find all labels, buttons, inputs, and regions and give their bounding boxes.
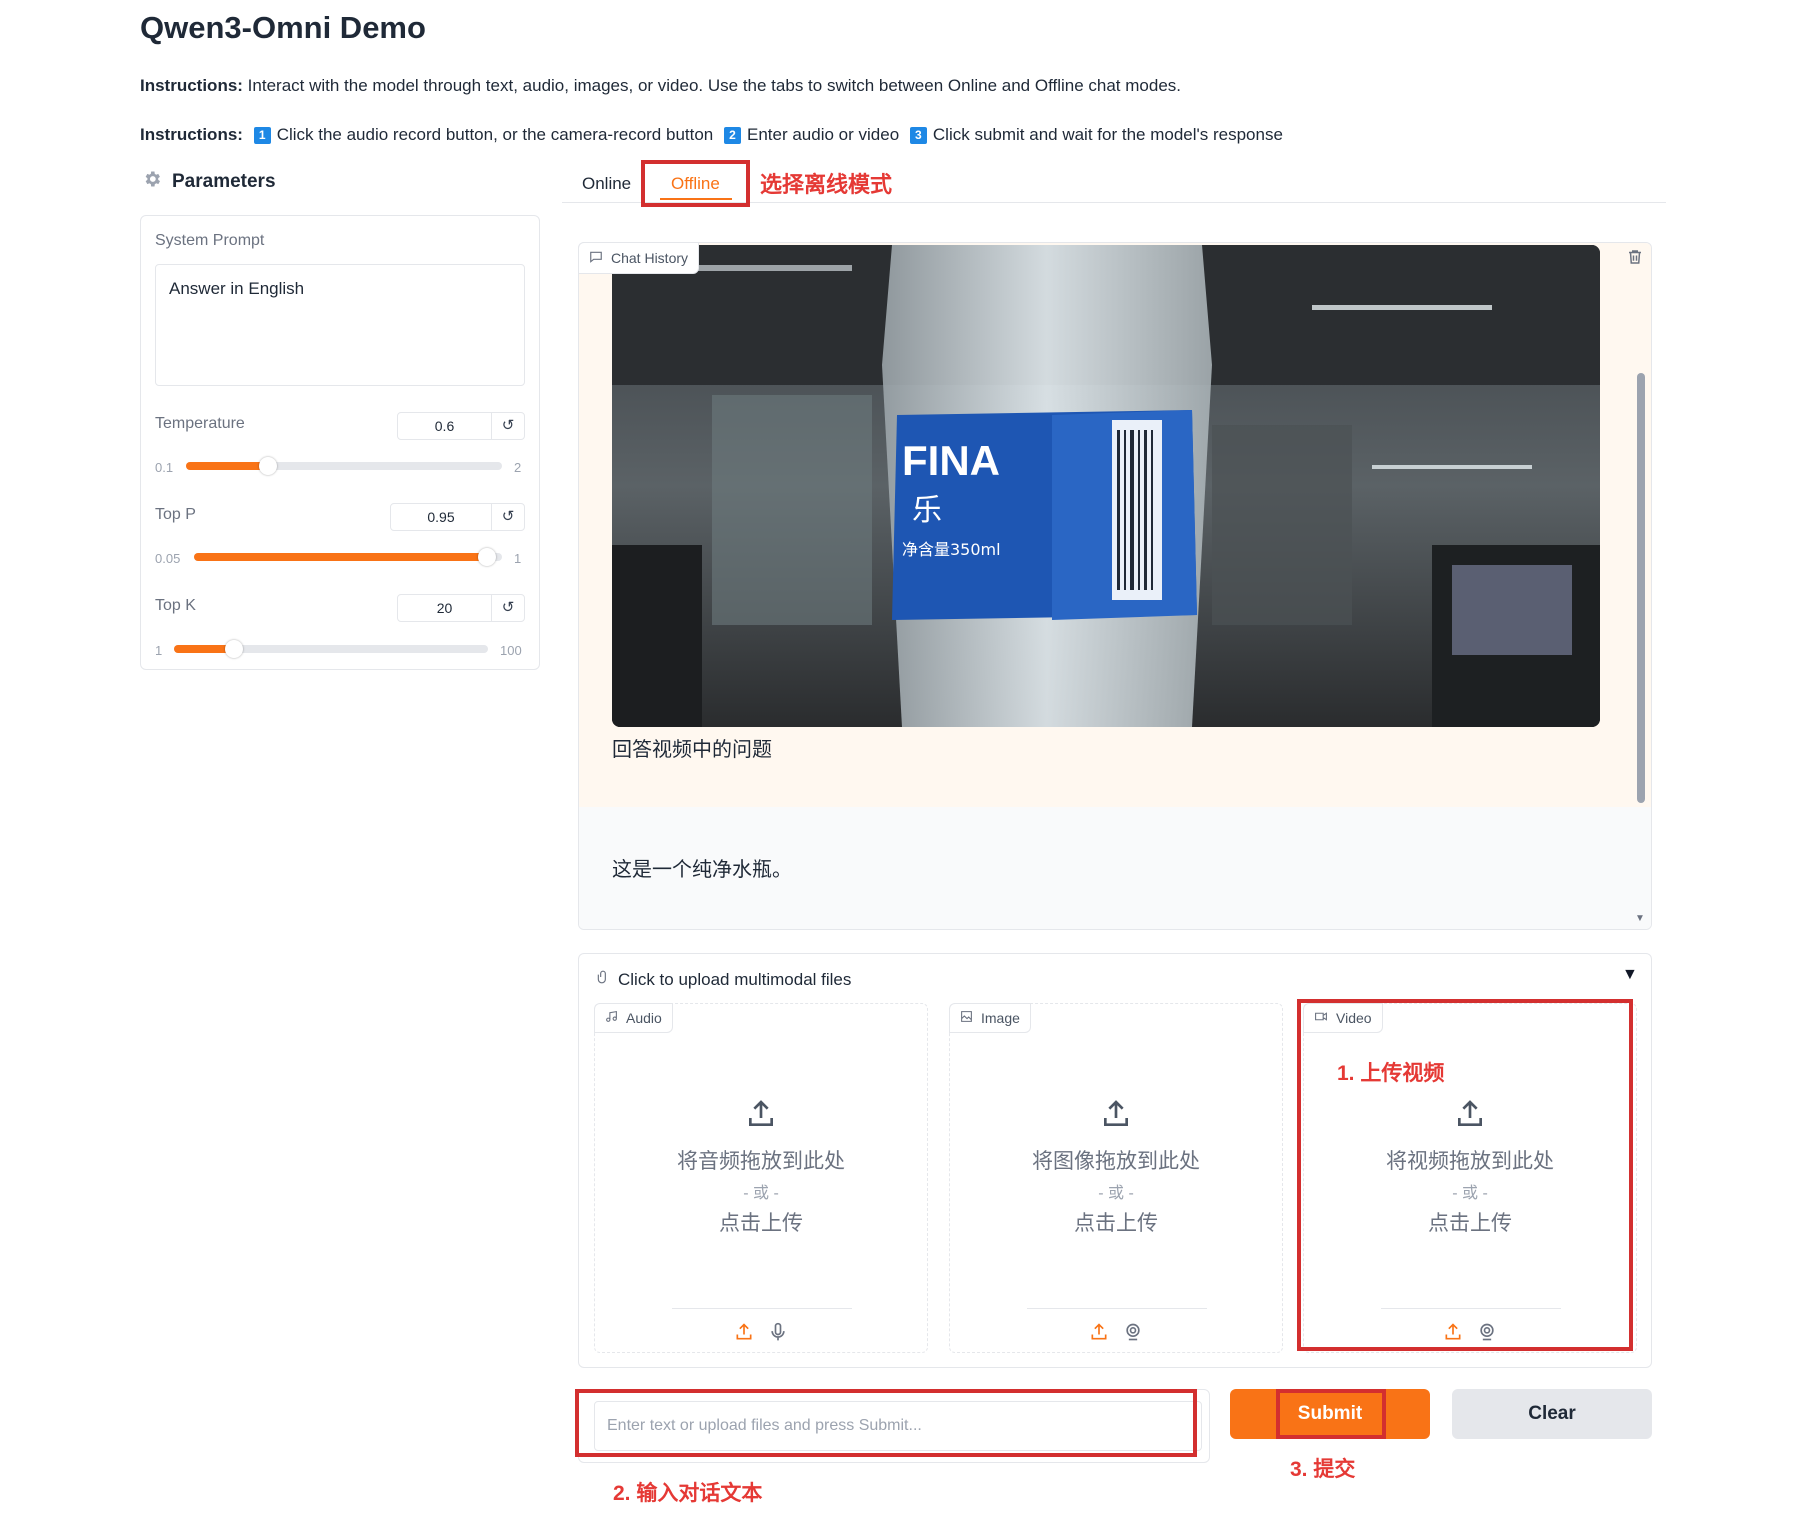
- chat-scrollbar[interactable]: [1637, 373, 1645, 803]
- instructions-steps-label: Instructions:: [140, 125, 243, 144]
- parameters-title: Parameters: [172, 171, 276, 192]
- audio-or: - 或 -: [743, 1185, 779, 1202]
- audio-drop-hint: 将音频拖放到此处: [677, 1150, 845, 1173]
- upload-accordion-header[interactable]: Click to upload multimodal files: [596, 968, 851, 991]
- instructions-steps: Instructions: 1 Click the audio record bu…: [140, 125, 1283, 145]
- tab-online[interactable]: Online: [582, 174, 631, 194]
- top-k-reset-icon[interactable]: ↺: [491, 595, 524, 621]
- top-k-slider-thumb[interactable]: [224, 640, 243, 658]
- top-k-number-input[interactable]: 20 ↺: [397, 594, 525, 622]
- top-k-label: Top K: [155, 597, 196, 614]
- image-or: - 或 -: [1098, 1185, 1134, 1202]
- temperature-value[interactable]: 0.6: [398, 413, 491, 439]
- chat-history-label: Chat History: [578, 242, 700, 274]
- step-2-badge: 2: [724, 127, 741, 144]
- bot-message-text: 这是一个纯净水瓶。: [612, 859, 792, 881]
- audio-footer-divider: [672, 1308, 852, 1309]
- chat-history-panel: FINA 乐 净含量350ml 回答视频中的问题 这是一个纯净水瓶。 ▼: [578, 242, 1652, 930]
- input-annotation: 2. 输入对话文本: [613, 1482, 763, 1505]
- top-p-value[interactable]: 0.95: [391, 504, 491, 530]
- collapse-triangle-icon[interactable]: ▼: [1622, 966, 1638, 984]
- temperature-slider[interactable]: [186, 457, 502, 475]
- video-bottle-volume: 净含量350ml: [902, 540, 1001, 559]
- system-prompt-input[interactable]: Answer in English: [155, 264, 525, 386]
- image-click-upload: 点击上传: [1074, 1212, 1158, 1235]
- video-player[interactable]: FINA 乐 净含量350ml: [612, 245, 1600, 727]
- top-p-label: Top P: [155, 506, 196, 523]
- top-p-slider-fill: [194, 553, 487, 561]
- step-3-badge: 3: [909, 127, 927, 144]
- offline-annotation: 选择离线模式: [760, 172, 893, 197]
- image-upload-icon[interactable]: [1100, 1098, 1132, 1135]
- top-p-slider-thumb[interactable]: [477, 548, 496, 566]
- submit-highlight: [1276, 1389, 1386, 1439]
- temperature-label: Temperature: [155, 415, 245, 432]
- audio-click-upload: 点击上传: [719, 1212, 803, 1235]
- audio-label-text: Audio: [626, 1010, 662, 1026]
- music-note-icon: [605, 1010, 618, 1026]
- top-p-reset-icon[interactable]: ↺: [491, 504, 524, 530]
- image-label-text: Image: [981, 1010, 1020, 1026]
- video-frame-image: FINA 乐 净含量350ml: [612, 245, 1600, 727]
- scroll-down-icon[interactable]: ▼: [1635, 913, 1645, 924]
- temperature-reset-icon[interactable]: ↺: [491, 413, 524, 439]
- step-2-text: Enter audio or video: [747, 125, 900, 144]
- image-icon: [960, 1010, 973, 1026]
- audio-drop-text: 将音频拖放到此处 - 或 - 点击上传: [594, 1145, 928, 1237]
- gear-icon: [142, 169, 162, 195]
- clear-button[interactable]: Clear: [1452, 1389, 1652, 1439]
- image-label: Image: [949, 1003, 1031, 1033]
- text-input-highlight: [575, 1389, 1197, 1457]
- audio-upload-small-icon[interactable]: [734, 1322, 754, 1347]
- top-k-max: 100: [500, 643, 522, 658]
- step-3-text: Click submit and wait for the model's re…: [932, 125, 1283, 144]
- image-drop-hint: 将图像拖放到此处: [1032, 1150, 1200, 1173]
- user-message-text: 回答视频中的问题: [612, 739, 772, 761]
- submit-annotation: 3. 提交: [1290, 1458, 1356, 1481]
- temperature-max: 2: [514, 460, 522, 475]
- temperature-number-input[interactable]: 0.6 ↺: [397, 412, 525, 440]
- image-upload-small-icon[interactable]: [1089, 1322, 1109, 1347]
- top-k-slider[interactable]: [174, 640, 488, 658]
- page-title: Qwen3-Omni Demo: [140, 10, 426, 45]
- audio-label: Audio: [594, 1003, 673, 1033]
- trash-icon[interactable]: [1626, 248, 1644, 271]
- video-bottle-sub: 乐: [912, 493, 942, 528]
- temperature-slider-fill: [186, 462, 269, 470]
- top-p-number-input[interactable]: 0.95 ↺: [390, 503, 525, 531]
- instructions-general: Instructions: Interact with the model th…: [140, 76, 1181, 96]
- chat-icon: [589, 250, 603, 267]
- parameters-header[interactable]: Parameters: [142, 169, 276, 195]
- video-upload-highlight: [1297, 999, 1633, 1351]
- audio-upload-icon[interactable]: [745, 1098, 777, 1135]
- top-k-min: 1: [155, 643, 163, 658]
- microphone-icon[interactable]: [768, 1322, 788, 1347]
- offline-tab-highlight: [641, 160, 750, 207]
- instructions-text: Interact with the model through text, au…: [242, 76, 1181, 95]
- paperclip-icon: [596, 968, 610, 991]
- chat-history-label-text: Chat History: [611, 250, 689, 266]
- image-drop-text: 将图像拖放到此处 - 或 - 点击上传: [949, 1145, 1283, 1237]
- top-p-min: 0.05: [155, 551, 181, 566]
- instructions-label: Instructions:: [140, 76, 243, 95]
- temperature-min: 0.1: [155, 460, 174, 475]
- system-prompt-label: System Prompt: [155, 232, 265, 249]
- top-k-value[interactable]: 20: [398, 595, 491, 621]
- top-p-slider[interactable]: [194, 548, 502, 566]
- image-footer-divider: [1027, 1308, 1207, 1309]
- top-p-max: 1: [514, 551, 522, 566]
- video-bottle-brand: FINA: [902, 437, 1000, 484]
- step-1-badge: 1: [253, 127, 271, 144]
- upload-header-text: Click to upload multimodal files: [618, 969, 852, 989]
- webcam-icon[interactable]: [1123, 1322, 1143, 1347]
- step-1-text: Click the audio record button, or the ca…: [276, 125, 714, 144]
